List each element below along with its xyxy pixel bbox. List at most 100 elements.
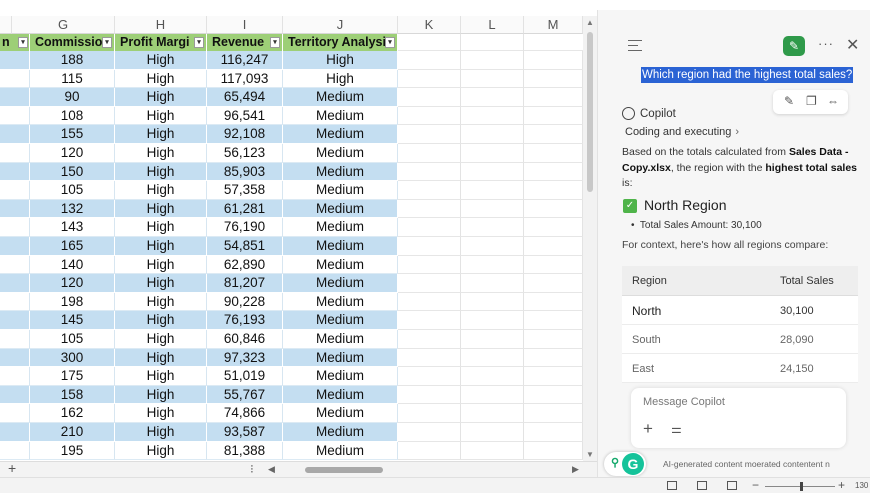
table-cell[interactable]: 165 — [30, 237, 115, 256]
table-cell-prev-column[interactable] — [0, 255, 30, 275]
message-composer[interactable]: Message Copilot + ⚌ — [631, 388, 846, 448]
table-cell[interactable]: 143 — [30, 218, 115, 237]
table-cell-prev-column[interactable] — [0, 199, 30, 219]
location-pin-icon[interactable]: ⚲ — [611, 456, 619, 469]
filter-dropdown-icon[interactable]: ▾ — [18, 37, 28, 48]
table-cell[interactable]: High — [115, 292, 207, 312]
table-header-prev[interactable]: n ▾ — [0, 34, 30, 51]
more-tabs-icon[interactable]: ⁝ — [250, 462, 254, 476]
empty-cell[interactable] — [461, 423, 524, 442]
table-cell[interactable]: High — [115, 255, 207, 275]
empty-cell[interactable] — [398, 69, 461, 89]
table-header-profit-margin[interactable]: Profit Margi ▾ — [115, 34, 207, 51]
table-cell[interactable]: Medium — [283, 144, 398, 163]
filter-dropdown-icon[interactable]: ▾ — [102, 37, 112, 48]
table-cell[interactable]: 51,019 — [207, 367, 283, 386]
table-cell-prev-column[interactable] — [0, 311, 30, 330]
table-cell[interactable]: High — [115, 218, 207, 237]
table-cell[interactable]: 150 — [30, 162, 115, 182]
table-cell[interactable]: High — [115, 88, 207, 107]
table-cell[interactable]: 120 — [30, 144, 115, 163]
empty-cell[interactable] — [524, 125, 583, 144]
table-cell[interactable]: High — [115, 274, 207, 293]
table-cell[interactable]: Medium — [283, 237, 398, 256]
table-cell[interactable]: 93,587 — [207, 423, 283, 442]
table-cell-prev-column[interactable] — [0, 181, 30, 200]
table-cell[interactable]: 85,903 — [207, 162, 283, 182]
table-cell[interactable]: 96,541 — [207, 106, 283, 126]
empty-cell[interactable] — [398, 441, 461, 461]
table-cell[interactable]: 132 — [30, 199, 115, 219]
empty-cell[interactable] — [461, 218, 524, 237]
empty-cell[interactable] — [461, 441, 524, 461]
empty-cell[interactable] — [398, 292, 461, 312]
table-cell[interactable]: 116,247 — [207, 51, 283, 70]
table-cell[interactable]: 198 — [30, 292, 115, 312]
table-cell[interactable]: High — [115, 181, 207, 200]
table-cell[interactable]: High — [115, 423, 207, 442]
col-header-g[interactable]: G — [12, 16, 115, 34]
table-cell[interactable]: 145 — [30, 311, 115, 330]
table-cell[interactable]: 92,108 — [207, 125, 283, 144]
table-cell[interactable]: Medium — [283, 385, 398, 405]
empty-cell[interactable] — [524, 330, 583, 349]
table-cell[interactable]: 55,767 — [207, 385, 283, 405]
empty-cell[interactable] — [461, 311, 524, 330]
table-cell-prev-column[interactable] — [0, 125, 30, 144]
col-header-h[interactable]: H — [115, 16, 207, 34]
empty-cell[interactable] — [398, 199, 461, 219]
table-cell[interactable]: Medium — [283, 348, 398, 368]
table-cell[interactable]: 54,851 — [207, 237, 283, 256]
empty-cell[interactable] — [398, 144, 461, 163]
zoom-slider-thumb[interactable] — [800, 482, 803, 491]
table-header-territory-analysis[interactable]: Territory Analysi ▾ — [283, 34, 398, 51]
table-cell[interactable]: 105 — [30, 181, 115, 200]
table-cell-prev-column[interactable] — [0, 348, 30, 368]
empty-cell[interactable] — [461, 274, 524, 293]
empty-cell[interactable] — [461, 181, 524, 200]
close-icon[interactable]: ✕ — [846, 35, 859, 55]
empty-cell[interactable] — [524, 162, 583, 182]
empty-cell[interactable] — [524, 441, 583, 461]
table-cell[interactable]: Medium — [283, 88, 398, 107]
table-cell[interactable]: 140 — [30, 255, 115, 275]
empty-cell[interactable] — [461, 162, 524, 182]
empty-cell[interactable] — [398, 237, 461, 256]
empty-cell[interactable] — [461, 237, 524, 256]
table-cell[interactable]: 56,123 — [207, 144, 283, 163]
horizontal-scroll-thumb[interactable] — [305, 467, 383, 473]
table-cell-prev-column[interactable] — [0, 237, 30, 256]
table-cell[interactable]: Medium — [283, 441, 398, 461]
table-cell[interactable]: 81,207 — [207, 274, 283, 293]
table-cell[interactable]: Medium — [283, 367, 398, 386]
table-cell-prev-column[interactable] — [0, 367, 30, 386]
empty-cell[interactable] — [524, 181, 583, 200]
table-cell-prev-column[interactable] — [0, 423, 30, 442]
table-cell[interactable]: 81,388 — [207, 441, 283, 461]
table-cell[interactable]: 108 — [30, 106, 115, 126]
table-cell[interactable]: 120 — [30, 274, 115, 293]
table-cell[interactable]: 57,358 — [207, 181, 283, 200]
zoom-out-button[interactable]: − — [752, 478, 759, 492]
col-header-f[interactable] — [0, 16, 12, 34]
table-cell[interactable]: Medium — [283, 218, 398, 237]
empty-cell[interactable] — [524, 367, 583, 386]
table-cell-prev-column[interactable] — [0, 292, 30, 312]
copy-icon[interactable]: ❐ — [806, 94, 817, 108]
empty-cell[interactable] — [398, 385, 461, 405]
empty-cell[interactable] — [398, 255, 461, 275]
empty-cell[interactable] — [398, 274, 461, 293]
user-message[interactable]: Which region had the highest total sales… — [641, 67, 854, 83]
empty-cell[interactable] — [461, 255, 524, 275]
table-header-commission[interactable]: Commissio ▾ — [30, 34, 115, 51]
zoom-in-button[interactable]: + — [838, 478, 845, 492]
table-header-revenue[interactable]: Revenue ▾ — [207, 34, 283, 51]
table-cell[interactable]: Medium — [283, 311, 398, 330]
empty-cell[interactable] — [461, 404, 524, 423]
empty-cell[interactable] — [398, 218, 461, 237]
filter-dropdown-icon[interactable]: ▾ — [270, 37, 280, 48]
col-header-k[interactable]: K — [398, 16, 461, 34]
table-cell[interactable]: High — [283, 51, 398, 70]
zoom-level[interactable]: 130 — [855, 481, 868, 490]
table-cell[interactable]: 158 — [30, 385, 115, 405]
